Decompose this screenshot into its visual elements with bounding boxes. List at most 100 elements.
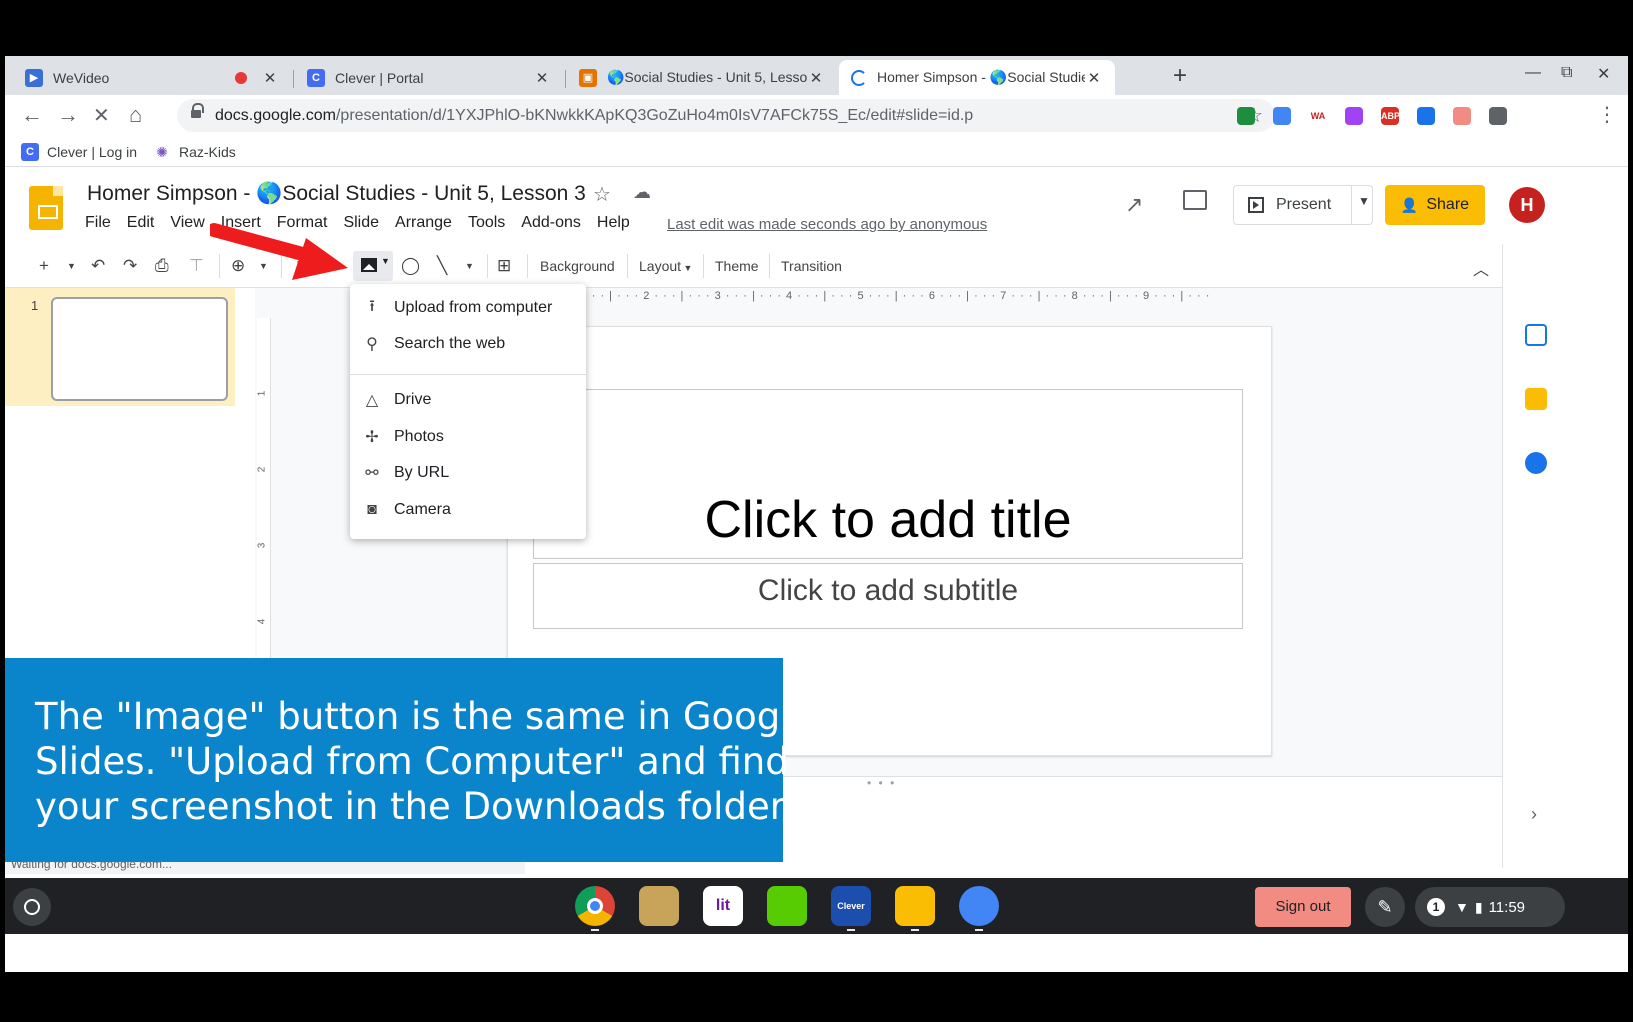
slide-thumbnail[interactable] — [51, 297, 228, 401]
notes-resize-handle[interactable]: • • • — [867, 776, 896, 790]
tab-clever-portal[interactable]: C Clever | Portal ✕ — [295, 60, 563, 95]
status-tray[interactable]: 1 ▼ ▮ 11:59 — [1415, 887, 1565, 927]
wevideo-icon: ▶ — [25, 68, 43, 87]
menu-arrange[interactable]: Arrange — [395, 214, 452, 232]
print-icon[interactable]: ⎙ — [155, 256, 169, 276]
home-button[interactable]: ⌂ — [129, 102, 142, 128]
close-tab-icon[interactable]: ✕ — [261, 69, 279, 87]
clever-icon: C — [307, 68, 325, 87]
horizontal-ruler[interactable]: · · · | · · · 2 · · · | · · · 3 · · · | … — [583, 290, 1275, 304]
new-slide-dropdown-icon[interactable]: ▼ — [67, 261, 76, 271]
back-button[interactable]: ← — [21, 102, 43, 128]
new-tab-button[interactable]: + — [1173, 62, 1187, 90]
google-slides-logo[interactable] — [29, 186, 63, 230]
menu-view[interactable]: View — [170, 214, 204, 232]
present-button[interactable]: Present ▼ — [1233, 185, 1373, 225]
present-options-dropdown-icon[interactable]: ▼ — [1358, 194, 1370, 208]
extensions-puzzle-icon[interactable] — [1489, 107, 1507, 125]
chrome-app-icon[interactable] — [575, 886, 615, 926]
paint-format-icon[interactable]: ⊤ — [189, 256, 204, 276]
screencastify-ext-icon[interactable] — [1273, 107, 1291, 125]
app-label: Clever — [837, 901, 865, 911]
last-edit-link[interactable]: Last edit was made seconds ago by anonym… — [667, 216, 987, 233]
menu-tools[interactable]: Tools — [468, 214, 505, 232]
toolbar-divider — [487, 254, 488, 278]
sign-out-button[interactable]: Sign out — [1255, 887, 1351, 927]
close-window-button[interactable]: ✕ — [1597, 64, 1610, 84]
puzzle-blue-ext-icon[interactable] — [1417, 107, 1435, 125]
address-bar[interactable]: docs.google.com/presentation/d/1YXJPhlO-… — [177, 99, 1275, 132]
duolingo-app-icon[interactable] — [767, 886, 807, 926]
forward-button[interactable]: → — [57, 102, 79, 128]
files-app-icon[interactable] — [959, 886, 999, 926]
tab-social-studies[interactable]: ▣ 🌎Social Studies - Unit 5, Lesson 3 ✕ — [567, 60, 837, 95]
keep-icon[interactable] — [1525, 388, 1547, 410]
shape-icon[interactable]: ◯ — [401, 256, 420, 276]
wevideo-ext-icon[interactable]: WA — [1309, 107, 1327, 125]
adblock-plus-ext-icon[interactable]: ABP — [1381, 107, 1400, 125]
activity-dashboard-icon[interactable]: ↗ — [1125, 192, 1143, 218]
menu-item-by-url[interactable]: ⚯ By URL — [350, 457, 586, 489]
menu-file[interactable]: File — [85, 214, 111, 232]
line-dropdown-icon[interactable]: ▼ — [465, 261, 474, 271]
ruler-tick-label: 1 — [256, 390, 268, 397]
background-button[interactable]: Background — [540, 258, 615, 274]
lock-icon[interactable] — [191, 103, 204, 120]
menu-item-photos[interactable]: ✢ Photos — [350, 421, 586, 453]
layout-dropdown-icon: ▼ — [681, 263, 693, 273]
comment-history-icon[interactable] — [1183, 190, 1207, 210]
restore-button[interactable]: ⧉ — [1561, 64, 1572, 82]
close-tab-icon[interactable]: ✕ — [807, 69, 825, 87]
share-button[interactable]: 👤 Share — [1385, 185, 1485, 225]
clever-app-icon[interactable]: Clever — [831, 886, 871, 926]
star-icon[interactable]: ☆ — [593, 182, 611, 207]
subtitle-placeholder-box[interactable]: Click to add subtitle — [533, 563, 1243, 629]
cloud-saved-icon[interactable]: ☁ — [633, 182, 651, 203]
google-classroom-ext-icon[interactable] — [1237, 107, 1255, 125]
menu-item-drive[interactable]: △ Drive — [350, 384, 586, 416]
menu-help[interactable]: Help — [597, 214, 630, 232]
document-title[interactable]: Homer Simpson - 🌎Social Studies - Unit 5… — [87, 182, 586, 206]
layout-label: Layout — [639, 258, 682, 274]
share-ext-icon[interactable] — [1453, 107, 1471, 125]
account-avatar[interactable]: H — [1509, 187, 1545, 223]
menu-item-upload-from-computer[interactable]: ⭱ Upload from computer — [350, 292, 586, 324]
layout-button[interactable]: Layout ▼ — [639, 258, 692, 274]
undo-icon[interactable]: ↶ — [91, 256, 105, 276]
photos-pinwheel-icon: ✢ — [365, 429, 379, 446]
tasks-icon[interactable] — [1525, 452, 1547, 474]
keep-app-icon[interactable] — [895, 886, 935, 926]
lit-app-icon[interactable]: lit — [703, 886, 743, 926]
theme-button[interactable]: Theme — [715, 258, 759, 274]
collapse-menus-icon[interactable]: ︿ — [1473, 256, 1489, 280]
browser-menu-icon[interactable]: ⋮ — [1597, 102, 1617, 127]
bookmark-clever-login[interactable]: C Clever | Log in — [21, 143, 137, 161]
calendar-icon[interactable] — [1525, 324, 1547, 346]
expand-side-panel-icon[interactable]: › — [1531, 804, 1537, 825]
title-placeholder-box[interactable]: Click to add title — [533, 389, 1243, 559]
bookmark-raz-kids[interactable]: ✺ Raz-Kids — [153, 143, 236, 161]
tab-wevideo[interactable]: ▶ WeVideo ✕ — [13, 60, 291, 95]
person-add-icon: 👤 — [1400, 196, 1419, 213]
tab-homer-simpson-slides[interactable]: Homer Simpson - 🌎Social Studies - Unit 5… — [839, 60, 1115, 95]
gimp-app-icon[interactable] — [639, 886, 679, 926]
launcher-icon[interactable] — [13, 888, 51, 926]
redo-icon[interactable]: ↷ — [123, 256, 137, 276]
close-tab-icon[interactable]: ✕ — [533, 69, 551, 87]
close-tab-icon[interactable]: ✕ — [1085, 69, 1103, 87]
menu-add-ons[interactable]: Add-ons — [521, 214, 581, 232]
transition-button[interactable]: Transition — [781, 258, 842, 274]
menu-item-search-the-web[interactable]: ⚲ Search the web — [350, 328, 586, 360]
line-icon[interactable]: ╲ — [437, 256, 447, 276]
recording-indicator-icon — [235, 71, 247, 84]
minimize-button[interactable]: — — [1525, 64, 1541, 82]
puzzle-purple-ext-icon[interactable] — [1345, 107, 1363, 125]
insert-comment-icon[interactable]: ⊞ — [497, 256, 511, 276]
new-slide-icon[interactable]: + — [39, 256, 49, 276]
menu-edit[interactable]: Edit — [127, 214, 155, 232]
image-icon — [361, 258, 377, 272]
stylus-tools-icon[interactable]: ✎ — [1365, 887, 1405, 927]
stop-loading-button[interactable]: ✕ — [93, 103, 110, 128]
menu-item-camera[interactable]: ◙ Camera — [350, 494, 586, 526]
filmstrip-slide-1[interactable]: 1 — [5, 288, 235, 406]
